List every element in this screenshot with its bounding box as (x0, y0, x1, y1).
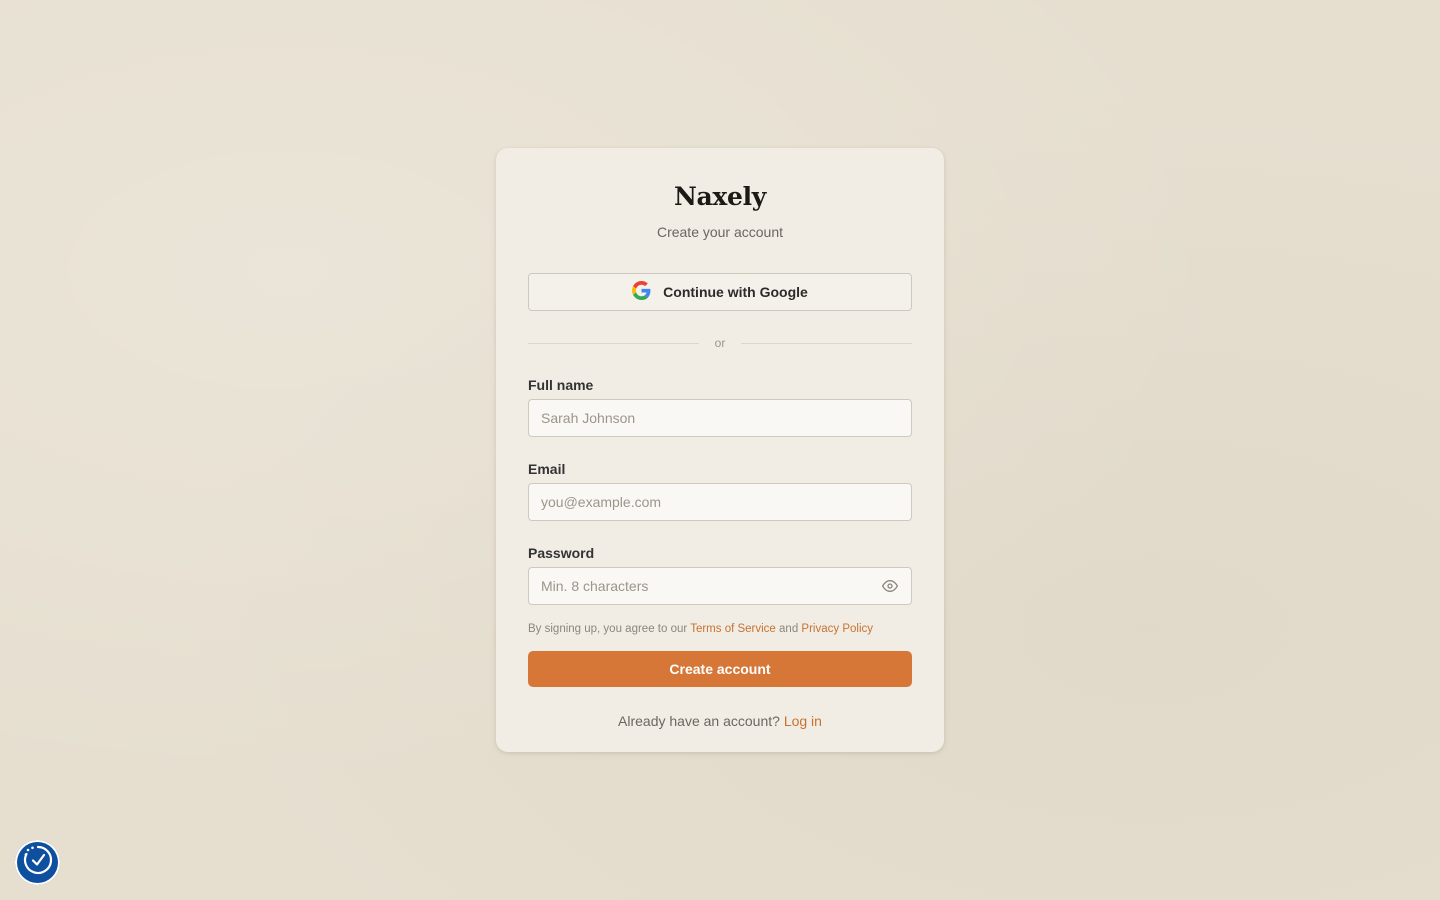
google-button-label: Continue with Google (663, 284, 808, 300)
eye-icon[interactable] (881, 577, 899, 595)
accessibility-widget-icon (22, 844, 54, 881)
google-logo-icon (632, 281, 651, 303)
full-name-input[interactable]: Sarah Johnson (528, 399, 912, 437)
divider-text: or (714, 336, 726, 350)
or-divider: or (528, 335, 913, 351)
terms-prefix: By signing up, you agree to our (528, 623, 688, 635)
email-input[interactable]: you@example.com (528, 483, 912, 521)
terms-and: and (779, 623, 799, 635)
email-label: Email (528, 461, 566, 477)
log-in-link[interactable]: Log in (784, 713, 822, 729)
password-input[interactable]: Min. 8 characters (528, 567, 912, 605)
email-field-group: Email you@example.com (528, 461, 912, 521)
password-field-group: Password Min. 8 characters (528, 545, 912, 605)
brand-logo: Naxely (673, 182, 767, 211)
divider-line (741, 342, 913, 344)
full-name-label: Full name (528, 377, 594, 393)
login-prompt-text: Already have an account? (618, 713, 780, 729)
full-name-placeholder: Sarah Johnson (541, 410, 636, 426)
password-placeholder: Min. 8 characters (541, 578, 649, 594)
signup-card: Naxely Create your account Continue with… (496, 148, 944, 752)
continue-with-google-button[interactable]: Continue with Google (528, 273, 912, 311)
password-label: Password (528, 545, 595, 561)
login-prompt: Already have an account? Log in (528, 713, 912, 729)
page-subtitle: Create your account (656, 224, 784, 240)
divider-line (528, 342, 699, 344)
email-placeholder: you@example.com (541, 494, 662, 510)
terms-of-service-link[interactable]: Terms of Service (690, 623, 776, 635)
create-account-button[interactable]: Create account (528, 651, 912, 687)
terms-notice: By signing up, you agree to our Terms of… (528, 623, 912, 635)
privacy-policy-link[interactable]: Privacy Policy (801, 623, 873, 635)
accessibility-widget-button[interactable] (15, 840, 60, 885)
full-name-field-group: Full name Sarah Johnson (528, 377, 912, 437)
